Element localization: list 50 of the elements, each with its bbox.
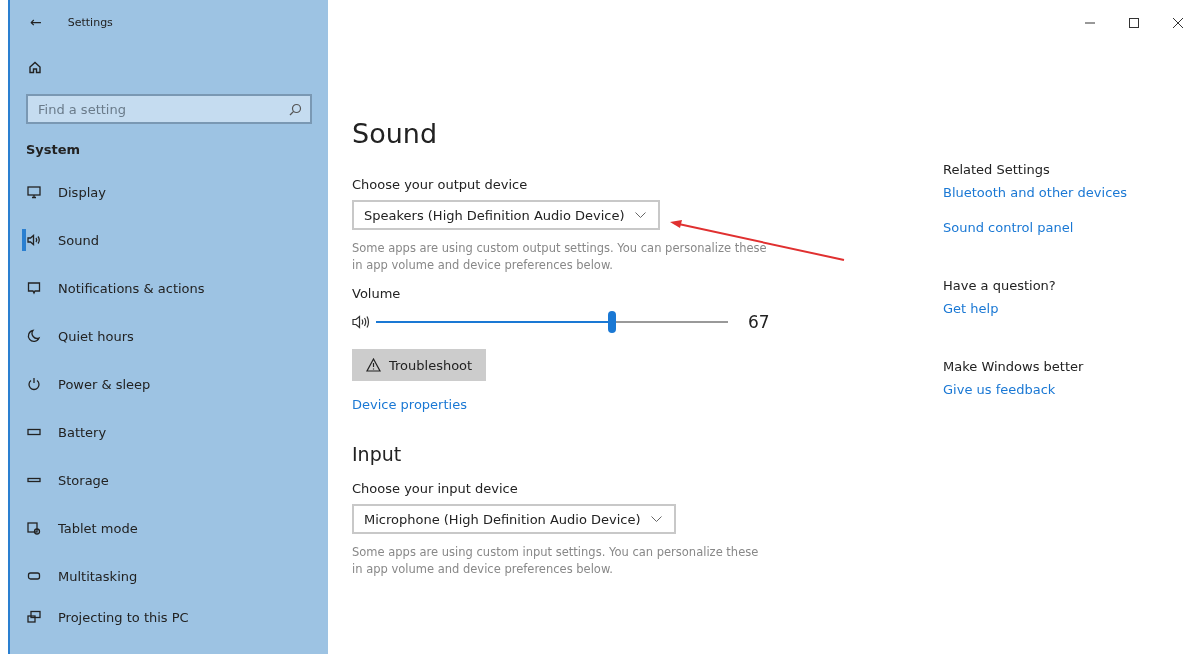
chevron-down-icon <box>650 515 662 523</box>
volume-label: Volume <box>352 286 402 301</box>
volume-value: 67 <box>748 312 770 332</box>
chevron-down-icon <box>634 211 646 219</box>
menu-item-icon <box>26 520 42 536</box>
sidebar-item[interactable]: Storage <box>26 456 312 504</box>
search-icon <box>289 103 302 116</box>
group-heading: Related Settings <box>943 162 1050 177</box>
sidebar-item[interactable]: Projecting to this PC <box>26 600 312 634</box>
field-label: Choose your output device <box>352 177 529 192</box>
output-device-dropdown[interactable]: Speakers (High Definition Audio Device) <box>352 200 660 230</box>
sidebar-item[interactable]: Notifications & actions <box>26 264 312 312</box>
help-text: Some apps are using custom input settings. You can personalize these in app volume and device preferences below. <box>352 544 760 578</box>
group-heading: Have a question? <box>943 278 1056 293</box>
sidebar-item[interactable]: Battery <box>26 408 312 456</box>
menu-item-icon <box>26 609 42 625</box>
sidebar-item[interactable]: Display <box>26 168 312 216</box>
menu-item-icon <box>26 232 42 248</box>
related-link[interactable]: Get help <box>943 301 999 316</box>
related-link[interactable]: Sound control panel <box>943 220 1074 235</box>
sidebar-item[interactable]: Tablet mode <box>26 504 312 552</box>
input-device-dropdown[interactable]: Microphone (High Definition Audio Device) <box>352 504 676 534</box>
home-icon[interactable] <box>28 60 42 74</box>
speaker-icon <box>352 314 370 330</box>
menu-item-icon <box>26 328 42 344</box>
slider-thumb[interactable] <box>607 311 616 333</box>
sidebar-item[interactable]: Multitasking <box>26 552 312 600</box>
sidebar-item[interactable]: Quiet hours <box>26 312 312 360</box>
help-text: Some apps are using custom output settings. You can personalize these in app volume and device preferences below. <box>352 240 767 274</box>
sidebar-item[interactable]: Sound <box>26 216 312 264</box>
related-link[interactable]: Give us feedback <box>943 382 1056 397</box>
field-label: Choose your input device <box>352 481 519 496</box>
group-heading: Make Windows better <box>943 359 1084 374</box>
page-title: Sound <box>352 118 439 149</box>
sidebar-item[interactable]: Power & sleep <box>26 360 312 408</box>
device-properties-link[interactable]: Device properties <box>352 397 467 412</box>
window-title: Settings <box>67 15 113 29</box>
search-field[interactable]: Find a setting <box>26 94 312 124</box>
menu-item-icon <box>26 376 42 392</box>
menu-item-icon <box>26 280 42 296</box>
troubleshoot-button[interactable]: Troubleshoot <box>352 349 487 381</box>
menu-item-icon <box>26 184 42 200</box>
warning-icon <box>366 358 381 372</box>
volume-slider[interactable] <box>376 311 728 333</box>
related-link[interactable]: Bluetooth and other devices <box>943 185 1128 200</box>
close-icon[interactable] <box>1173 18 1183 28</box>
back-button[interactable]: ← <box>26 14 46 30</box>
section-heading: Input <box>352 443 403 465</box>
maximize-icon[interactable] <box>1129 18 1139 28</box>
section-heading: System <box>26 142 82 157</box>
